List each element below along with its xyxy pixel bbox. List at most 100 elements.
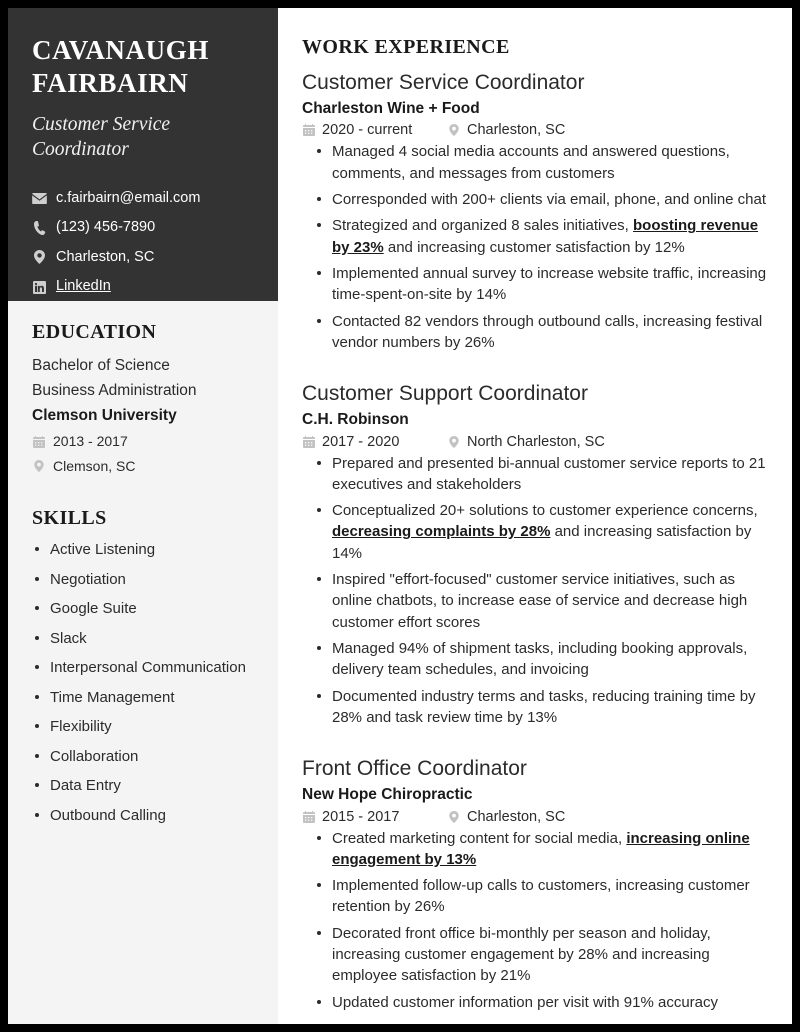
bullet-text: Implemented annual survey to increase we…	[332, 264, 767, 304]
education-location: Clemson, SC	[32, 455, 254, 477]
education-section: EDUCATION Bachelor of Science Business A…	[32, 321, 254, 477]
phone-icon	[32, 220, 47, 235]
candidate-role: Customer Service Coordinator	[32, 113, 171, 161]
contact-linkedin[interactable]: LinkedIn	[32, 277, 254, 297]
job-dates-label: 2020 - current	[322, 122, 413, 139]
job-bullet: Decorated front office bi-monthly per se…	[302, 923, 770, 987]
calendar-icon	[302, 435, 315, 448]
skills-section: SKILLS Active Listening Negotiation Google…	[32, 507, 254, 827]
bullet-text: Conceptualized 20+ solutions to customer…	[332, 502, 758, 520]
resume-page: CAVANAUGH FAIRBAIRN Customer Service Coo…	[8, 8, 792, 1024]
job-bullet: Inspired "effort-focused" customer servi…	[302, 569, 770, 633]
job-location: Charleston, SC	[447, 122, 565, 138]
calendar-icon	[302, 124, 315, 137]
job-location: North Charleston, SC	[447, 434, 605, 450]
skill-item: Outbound Calling	[32, 805, 254, 828]
education-field: Business Administration	[32, 382, 197, 400]
contact-email-label: c.fairbairn@email.com	[56, 189, 201, 206]
highlighted-metric: decreasing complaints by 28%	[332, 523, 551, 541]
bullet-text: Strategized and organized 8 sales initia…	[332, 217, 634, 235]
bullet-text: Inspired "effort-focused" customer servi…	[332, 571, 748, 631]
job-location-label: North Charleston, SC	[467, 433, 605, 450]
education-location-label: Clemson, SC	[53, 457, 136, 474]
job-bullet-list: Prepared and presented bi-annual custome…	[302, 453, 770, 729]
sidebar-header: CAVANAUGH FAIRBAIRN Customer Service Coo…	[8, 8, 278, 301]
experience-heading: WORK EXPERIENCE	[302, 36, 510, 58]
map-pin-icon	[447, 435, 460, 448]
education-dates-label: 2013 - 2017	[53, 433, 128, 450]
bullet-text: Documented industry terms and tasks, red…	[332, 687, 756, 726]
job-dates-label: 2017 - 2020	[322, 433, 400, 450]
job-bullet: Conceptualized 20+ solutions to customer…	[302, 500, 770, 564]
skills-list: Active Listening Negotiation Google Suite S…	[32, 539, 254, 827]
job-company: New Hope Chiropractic	[302, 786, 473, 804]
job-company: Charleston Wine + Food	[302, 100, 480, 118]
job-dates-label: 2015 - 2017	[322, 808, 400, 825]
bullet-text: Updated customer information per visit w…	[332, 993, 719, 1011]
map-pin-icon	[447, 810, 460, 823]
contact-phone[interactable]: (123) 456-7890	[32, 218, 254, 238]
skill-item: Google Suite	[32, 598, 254, 621]
job-bullet: Corresponded with 200+ clients via email…	[302, 189, 770, 210]
calendar-icon	[302, 810, 315, 823]
job-bullet: Prepared and presented bi-annual custome…	[302, 453, 770, 496]
map-pin-icon	[32, 459, 45, 472]
contact-location-label: Charleston, SC	[56, 248, 155, 265]
education-degree: Bachelor of Science	[32, 357, 170, 374]
candidate-name: CAVANAUGH FAIRBAIRN	[32, 35, 209, 98]
contact-phone-label: (123) 456-7890	[56, 219, 156, 236]
experience-entry: Customer Support Coordinator C.H. Robinso…	[302, 380, 770, 728]
job-location-label: Charleston, SC	[467, 122, 566, 139]
calendar-icon	[32, 435, 45, 448]
linkedin-icon	[32, 280, 47, 294]
contact-location: Charleston, SC	[32, 248, 254, 268]
skill-item: Active Listening	[32, 539, 254, 562]
skills-heading: SKILLS	[32, 507, 107, 530]
job-dates: 2017 - 2020	[302, 434, 447, 450]
experience-entry: Front Office Coordinator New Hope Chiropr…	[302, 755, 770, 1013]
job-dates: 2015 - 2017	[302, 809, 447, 825]
job-location-label: Charleston, SC	[467, 808, 566, 825]
skill-item: Flexibility	[32, 716, 254, 739]
envelope-icon	[32, 192, 47, 204]
job-bullet: Documented industry terms and tasks, red…	[302, 686, 770, 729]
job-bullet: Strategized and organized 8 sales initia…	[302, 215, 770, 258]
job-bullet: Updated customer information per visit w…	[302, 992, 770, 1013]
bullet-text: Prepared and presented bi-annual custome…	[332, 454, 766, 493]
education-heading: EDUCATION	[32, 321, 157, 343]
main-column: WORK EXPERIENCE Customer Service Coordin…	[278, 8, 792, 1024]
job-title: Customer Service Coordinator	[302, 71, 585, 94]
job-meta: 2017 - 2020 North Charleston, SC	[302, 434, 770, 450]
job-dates: 2020 - current	[302, 122, 447, 138]
job-meta: 2020 - current Charleston, SC	[302, 122, 770, 138]
job-company: C.H. Robinson	[302, 411, 409, 429]
job-location: Charleston, SC	[447, 809, 565, 825]
experience-entry: Customer Service Coordinator Charleston W…	[302, 69, 770, 353]
education-school: Clemson University	[32, 407, 177, 425]
sidebar: CAVANAUGH FAIRBAIRN Customer Service Coo…	[8, 8, 278, 1024]
map-pin-icon	[447, 124, 460, 137]
experience-list: Customer Service Coordinator Charleston W…	[302, 69, 770, 1013]
contact-email[interactable]: c.fairbairn@email.com	[32, 189, 254, 209]
job-meta: 2015 - 2017 Charleston, SC	[302, 809, 770, 825]
skill-item: Time Management	[32, 687, 254, 710]
job-bullet: Managed 4 social media accounts and answ…	[302, 141, 770, 184]
skill-item: Data Entry	[32, 775, 254, 798]
skill-item: Collaboration	[32, 746, 254, 769]
bullet-text: Contacted 82 vendors through outbound ca…	[332, 312, 763, 351]
job-title: Customer Support Coordinator	[302, 382, 588, 406]
bullet-text: and increasing customer satisfaction by …	[383, 238, 685, 256]
job-bullet: Created marketing content for social med…	[302, 828, 770, 871]
job-bullet: Managed 94% of shipment tasks, including…	[302, 638, 770, 681]
education-dates: 2013 - 2017	[32, 430, 254, 452]
job-bullet-list: Created marketing content for social med…	[302, 828, 770, 1013]
contact-linkedin-label: LinkedIn	[56, 278, 111, 295]
sidebar-body: EDUCATION Bachelor of Science Business A…	[8, 301, 278, 1024]
job-bullet: Contacted 82 vendors through outbound ca…	[302, 311, 770, 354]
bullet-text: Created marketing content for social med…	[332, 829, 627, 847]
bullet-text: Decorated front office bi-monthly per se…	[332, 924, 711, 985]
job-bullet: Implemented annual survey to increase we…	[302, 263, 770, 306]
